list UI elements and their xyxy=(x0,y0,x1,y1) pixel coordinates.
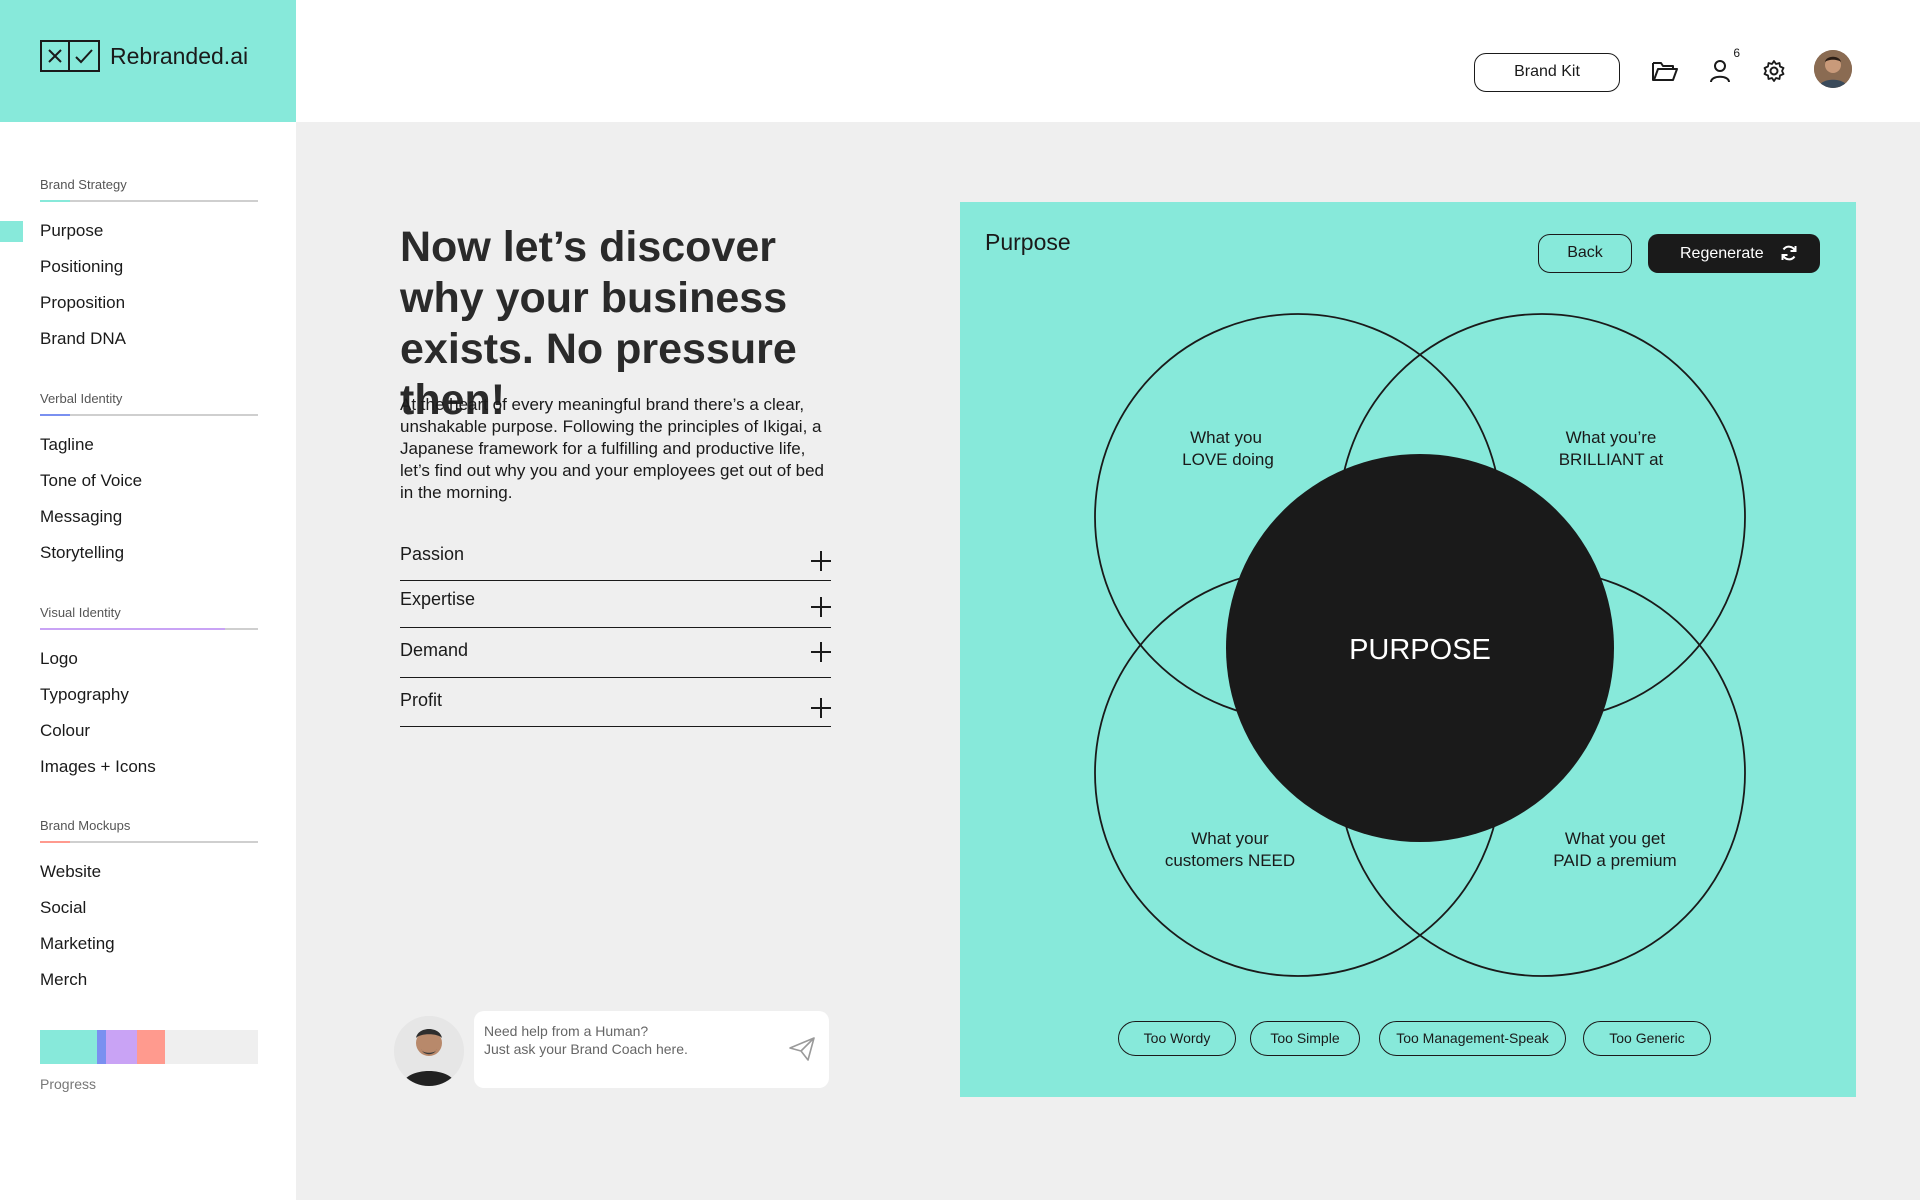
logo[interactable]: Rebranded.ai xyxy=(0,0,296,122)
nav-group-verbal-identity: Verbal Identity Tagline Tone of Voice Me… xyxy=(40,391,258,574)
group-accent xyxy=(40,841,70,843)
logo-mark xyxy=(40,40,100,72)
group-title: Verbal Identity xyxy=(40,391,123,406)
accordion-item-passion[interactable]: Passion xyxy=(400,534,831,581)
group-divider xyxy=(40,200,258,202)
sidebar-item-storytelling[interactable]: Storytelling xyxy=(40,538,258,574)
check-icon xyxy=(70,40,100,72)
regenerate-label: Regenerate xyxy=(1680,245,1764,262)
sidebar-item-tone-of-voice[interactable]: Tone of Voice xyxy=(40,466,258,502)
sidebar-item-typography[interactable]: Typography xyxy=(40,680,258,716)
plus-icon[interactable] xyxy=(811,698,831,718)
user-badge: 6 xyxy=(1733,46,1740,60)
accordion-label: Profit xyxy=(400,690,443,710)
sidebar-item-merch[interactable]: Merch xyxy=(40,965,258,1001)
refresh-icon xyxy=(1781,245,1797,261)
card-title: Purpose xyxy=(985,229,1071,255)
sidebar-item-social[interactable]: Social xyxy=(40,893,258,929)
gear-icon[interactable] xyxy=(1757,54,1791,88)
quadrant-love-line2: LOVE doing xyxy=(1182,450,1274,469)
quadrant-need-line2: customers NEED xyxy=(1165,851,1295,870)
quadrant-brilliant-line1: What you’re xyxy=(1566,428,1657,447)
sidebar-item-images-icons[interactable]: Images + Icons xyxy=(40,752,258,788)
sidebar-item-positioning[interactable]: Positioning xyxy=(40,252,258,288)
sidebar-item-marketing[interactable]: Marketing xyxy=(40,929,258,965)
avatar[interactable] xyxy=(1814,50,1852,88)
feedback-too-management-speak[interactable]: Too Management-Speak xyxy=(1379,1021,1566,1056)
coach-prompt-line2: Just ask your Brand Coach here. xyxy=(484,1041,688,1057)
sidebar: Rebranded.ai Brand Strategy Purpose Posi… xyxy=(0,0,296,1200)
accordion-label: Demand xyxy=(400,640,469,660)
group-divider xyxy=(40,628,258,630)
quadrant-paid-line1: What you get xyxy=(1565,829,1665,848)
purpose-center-label: PURPOSE xyxy=(1349,634,1491,666)
coach-prompt-line1: Need help from a Human? xyxy=(484,1023,649,1039)
user-icon[interactable]: 6 xyxy=(1704,46,1740,88)
plus-icon[interactable] xyxy=(811,642,831,662)
sidebar-item-tagline[interactable]: Tagline xyxy=(40,430,258,466)
send-icon[interactable] xyxy=(789,1037,815,1061)
sidebar-item-proposition[interactable]: Proposition xyxy=(40,288,258,324)
accordion-item-expertise[interactable]: Expertise xyxy=(400,581,831,628)
sidebar-item-purpose[interactable]: Purpose xyxy=(0,216,258,252)
group-title: Visual Identity xyxy=(40,605,121,620)
logo-text: Rebranded.ai xyxy=(110,43,249,69)
accordion-label: Passion xyxy=(400,544,465,564)
intro-text: At the heart of every meaningful brand t… xyxy=(400,395,825,502)
top-bar: Brand Kit 6 xyxy=(296,0,1920,122)
quadrant-need-line1: What your xyxy=(1191,829,1269,848)
accordion-item-profit[interactable]: Profit xyxy=(400,678,831,727)
progress-label: Progress xyxy=(40,1076,97,1092)
brand-coach-input[interactable]: Need help from a Human? Just ask your Br… xyxy=(474,1011,829,1088)
sidebar-item-website[interactable]: Website xyxy=(40,857,258,893)
group-accent xyxy=(40,414,70,416)
brand-coach-avatar[interactable] xyxy=(394,1016,464,1086)
progress-bar xyxy=(40,1030,258,1064)
plus-icon[interactable] xyxy=(811,551,831,571)
sidebar-item-logo[interactable]: Logo xyxy=(40,644,258,680)
quadrant-brilliant-line2: BRILLIANT at xyxy=(1559,450,1664,469)
accordion-item-demand[interactable]: Demand xyxy=(400,628,831,678)
group-divider xyxy=(40,841,258,843)
regenerate-button[interactable]: Regenerate xyxy=(1648,234,1820,273)
feedback-too-wordy[interactable]: Too Wordy xyxy=(1118,1021,1236,1056)
progress-segment xyxy=(97,1030,106,1064)
group-title: Brand Strategy xyxy=(40,177,127,192)
ikigai-venn-diagram: PURPOSE What you LOVE doing What you’re … xyxy=(1094,313,1746,977)
accordion-label: Expertise xyxy=(400,589,476,609)
back-button[interactable]: Back xyxy=(1538,234,1632,273)
group-accent xyxy=(40,628,225,630)
group-title: Brand Mockups xyxy=(40,818,131,833)
folder-icon[interactable] xyxy=(1648,54,1682,88)
progress-segment xyxy=(40,1030,97,1064)
sidebar-item-colour[interactable]: Colour xyxy=(40,716,258,752)
group-divider xyxy=(40,414,258,416)
nav-group-brand-mockups: Brand Mockups Website Social Marketing M… xyxy=(40,818,258,1001)
progress-segment xyxy=(106,1030,137,1064)
feedback-too-simple[interactable]: Too Simple xyxy=(1250,1021,1360,1056)
nav-group-visual-identity: Visual Identity Logo Typography Colour I… xyxy=(40,605,258,788)
purpose-card: PURPOSE What you LOVE doing What you’re … xyxy=(960,202,1856,1097)
sidebar-item-messaging[interactable]: Messaging xyxy=(40,502,258,538)
feedback-too-generic[interactable]: Too Generic xyxy=(1583,1021,1711,1056)
sidebar-item-brand-dna[interactable]: Brand DNA xyxy=(40,324,258,360)
nav-group-brand-strategy: Brand Strategy Purpose Positioning Propo… xyxy=(0,177,258,360)
quadrant-love-line1: What you xyxy=(1190,428,1262,447)
group-accent xyxy=(40,200,70,202)
brand-kit-button[interactable]: Brand Kit xyxy=(1474,53,1620,92)
quadrant-paid-line2: PAID a premium xyxy=(1553,851,1676,870)
close-icon xyxy=(40,40,70,72)
ikigai-accordion: Passion Expertise Demand Profit xyxy=(400,534,831,727)
plus-icon[interactable] xyxy=(811,597,831,617)
progress-segment xyxy=(137,1030,165,1064)
